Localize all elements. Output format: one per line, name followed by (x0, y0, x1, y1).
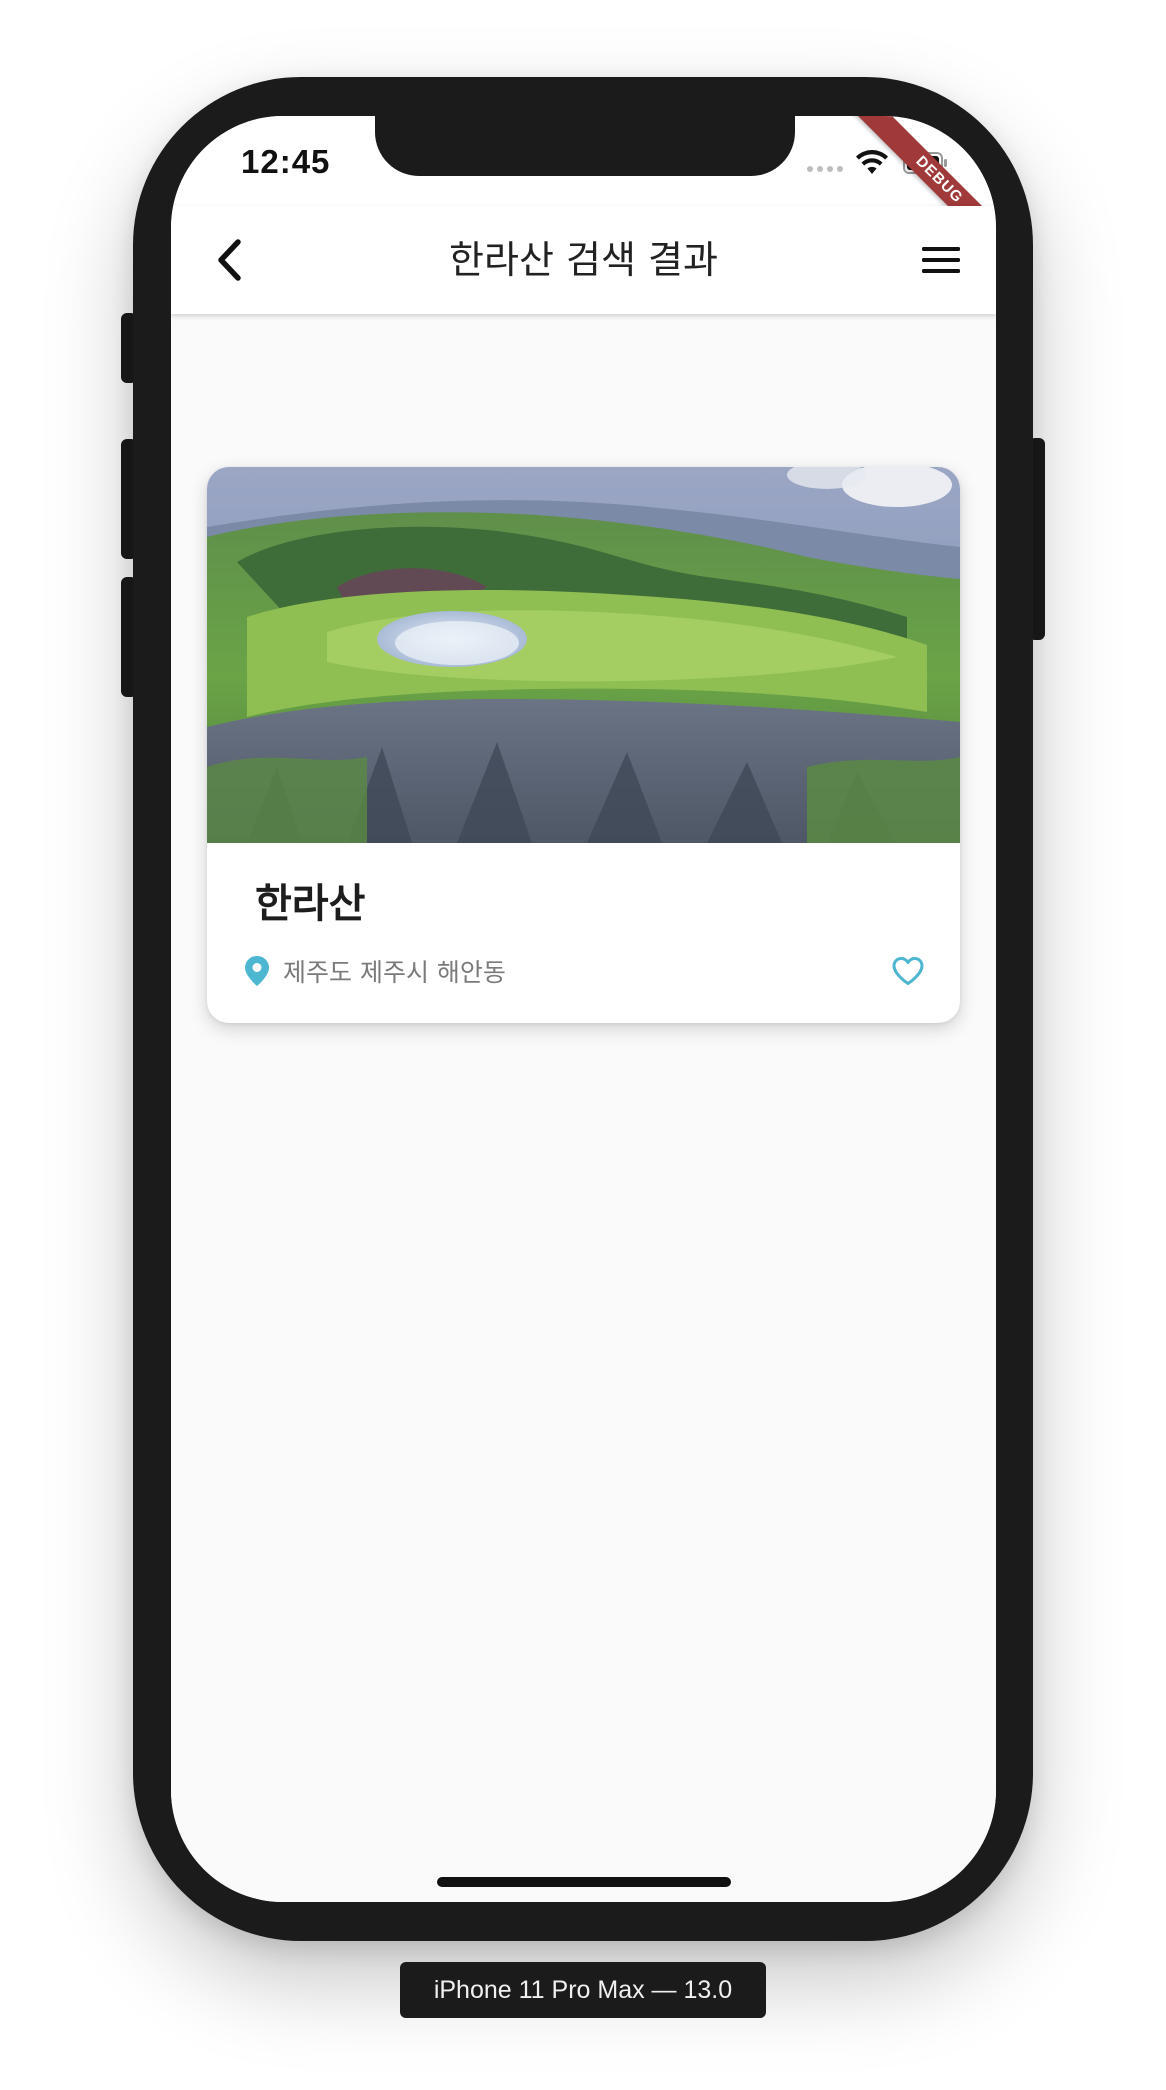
menu-button[interactable] (913, 232, 969, 288)
back-button[interactable] (201, 232, 257, 288)
notch (375, 116, 795, 176)
simulator-stage: 12:45 DEBUG 한라산 검색 결과 한라산 제주도 제주시 해안동 iP… (0, 0, 1166, 2090)
hallasan-crater-photo (207, 467, 960, 843)
signal-dots-icon (807, 166, 843, 172)
wifi-icon (856, 150, 888, 174)
location-row: 제주도 제주시 해안동 (243, 951, 506, 991)
result-location: 제주도 제주시 해안동 (283, 958, 506, 987)
result-card[interactable]: 한라산 제주도 제주시 해안동 (207, 467, 960, 1023)
status-time: 12:45 (241, 143, 331, 180)
hamburger-menu-icon (922, 247, 960, 273)
chevron-left-icon (218, 239, 241, 281)
device-label: iPhone 11 Pro Max — 13.0 (400, 1962, 766, 2018)
result-title: 한라산 (255, 881, 366, 927)
map-pin-icon (245, 956, 269, 986)
app-bar: 한라산 검색 결과 (171, 206, 996, 314)
search-results-list: 한라산 제주도 제주시 해안동 (171, 314, 996, 1902)
status-bar: 12:45 DEBUG (171, 116, 996, 270)
phone-screen: 12:45 DEBUG 한라산 검색 결과 한라산 제주도 제주시 해안동 (171, 116, 996, 1902)
favorite-button[interactable] (888, 951, 928, 991)
heart-outline-icon (892, 957, 924, 985)
home-indicator[interactable] (437, 1877, 731, 1887)
page-title: 한라산 검색 결과 (449, 238, 718, 282)
